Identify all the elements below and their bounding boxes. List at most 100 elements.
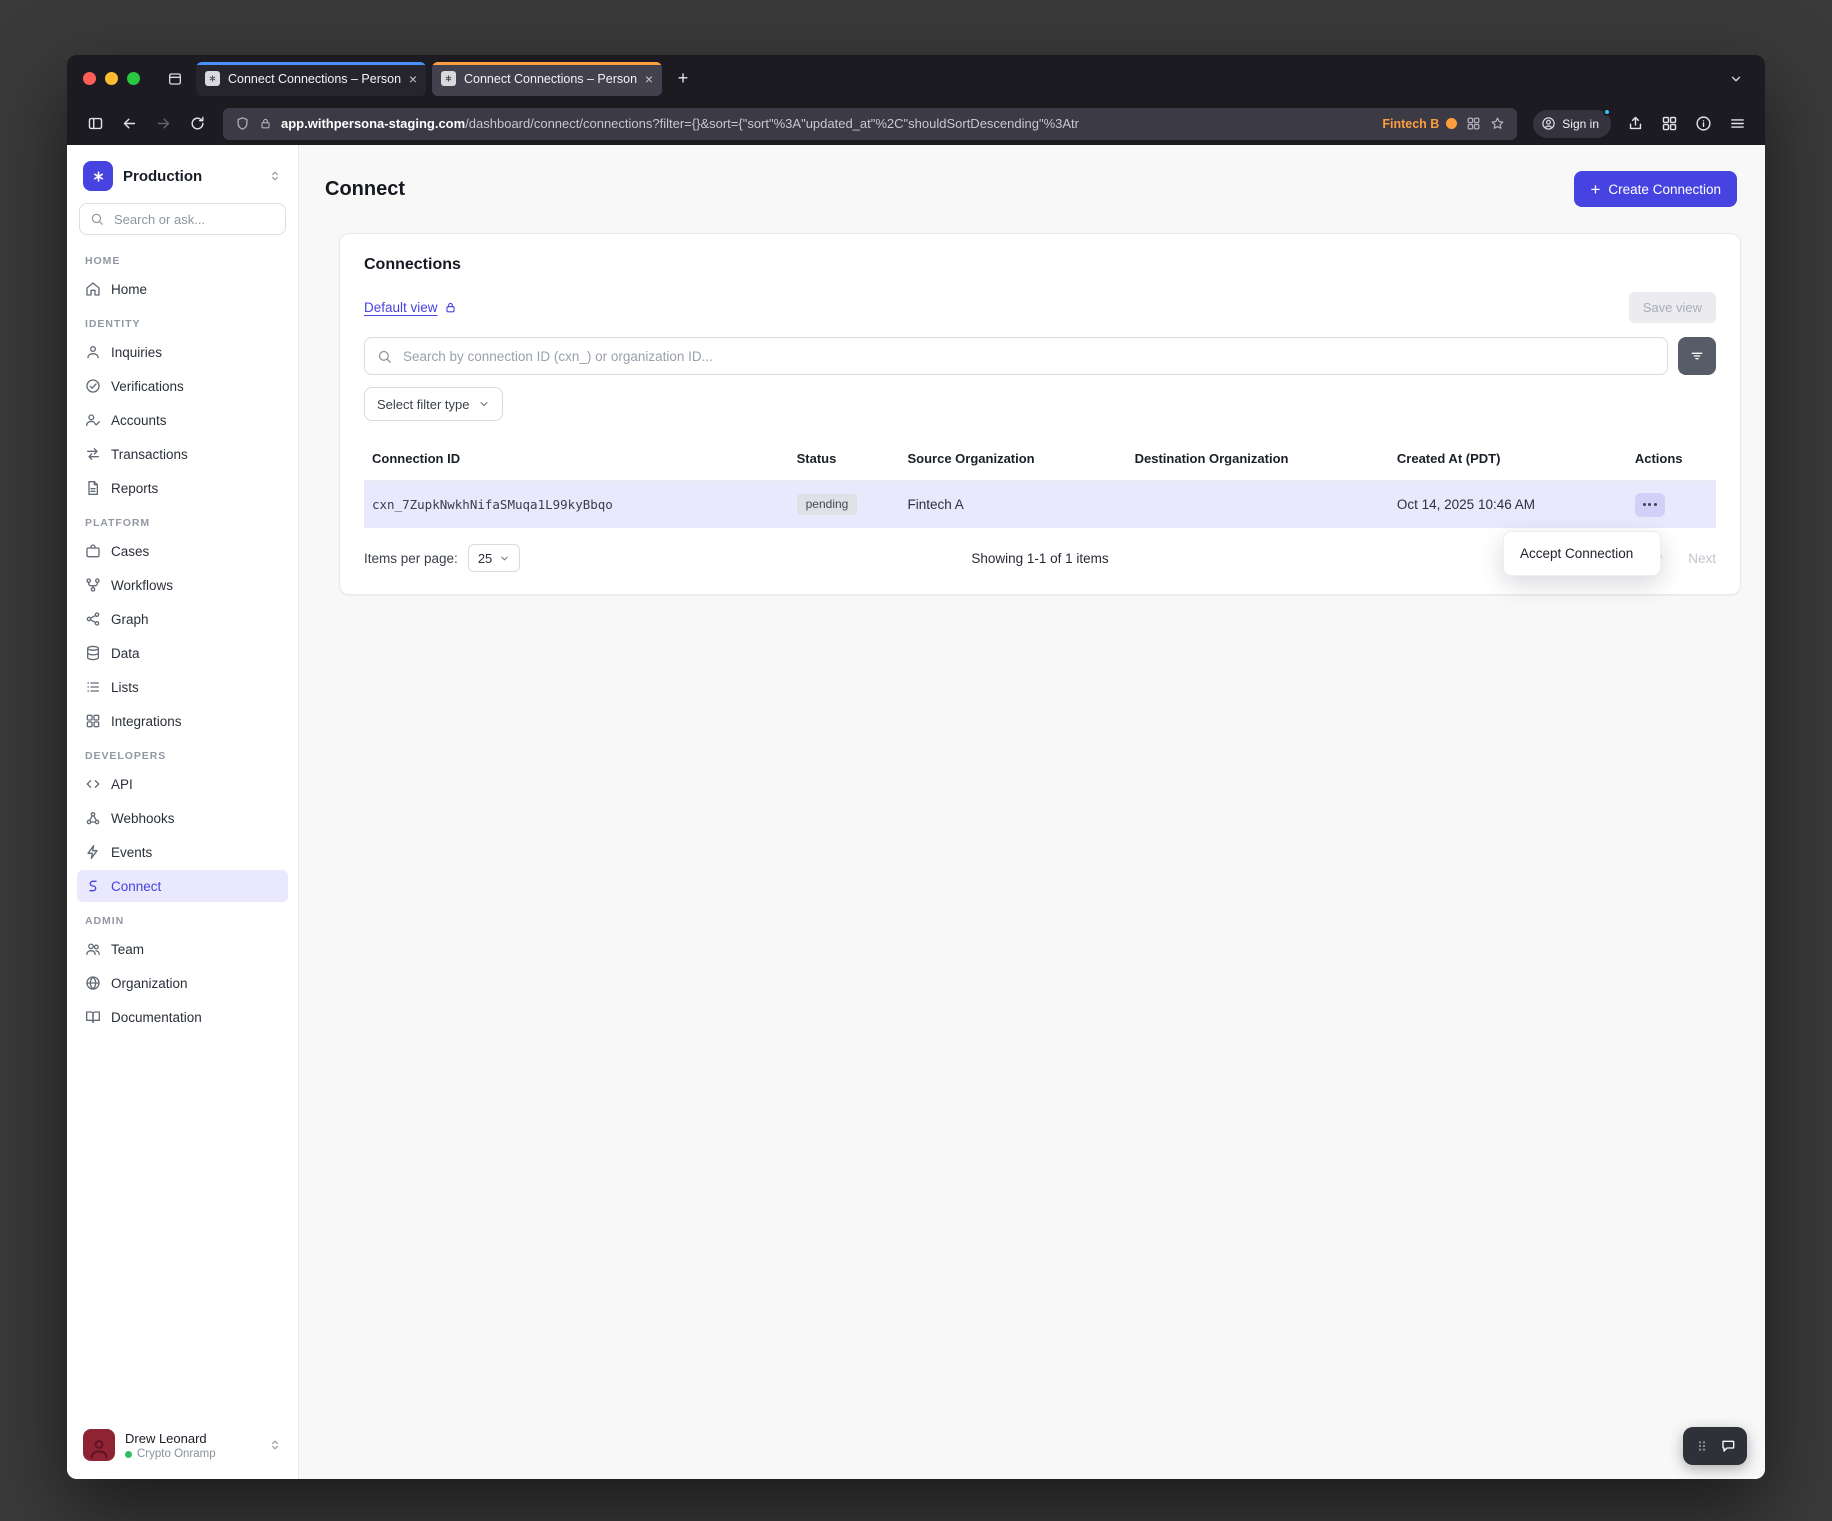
column-status: Status xyxy=(797,451,908,466)
chat-bubble-icon[interactable] xyxy=(1720,1438,1736,1454)
reload-button[interactable] xyxy=(181,109,213,139)
search-icon xyxy=(377,349,392,364)
extensions-button[interactable] xyxy=(1653,109,1685,139)
arrows-swap-icon xyxy=(85,446,101,462)
chevrons-updown-icon xyxy=(268,1438,282,1452)
sidebar-item-api[interactable]: API xyxy=(77,768,288,800)
sidebar-item-connect[interactable]: Connect xyxy=(77,870,288,902)
user-menu[interactable]: Drew Leonard Crypto Onramp xyxy=(77,1423,288,1467)
new-tab-button[interactable]: + xyxy=(668,64,698,94)
extension-grid-icon[interactable] xyxy=(1466,116,1481,131)
container-dot-icon xyxy=(1446,118,1457,129)
filter-button[interactable] xyxy=(1678,337,1716,375)
person-circle-icon xyxy=(1541,116,1556,131)
users-icon xyxy=(85,941,101,957)
widget-launcher[interactable] xyxy=(1683,1427,1747,1465)
search-icon xyxy=(90,212,104,226)
sidebar-item-transactions[interactable]: Transactions xyxy=(77,438,288,470)
sidebar-item-home[interactable]: Home xyxy=(77,273,288,305)
zoom-window-button[interactable] xyxy=(127,72,140,85)
page-header: Connect + Create Connection xyxy=(299,145,1765,215)
sidebar-item-graph[interactable]: Graph xyxy=(77,603,288,635)
browser-tab-bar: Connect Connections – Persona × Connect … xyxy=(67,55,1765,102)
sidebar-item-cases[interactable]: Cases xyxy=(77,535,288,567)
sidebar: Production HOME Home IDENTITY Inquiries … xyxy=(67,145,299,1479)
window-tools-button[interactable] xyxy=(79,109,111,139)
view-row: Default view Save view xyxy=(364,292,1716,323)
accept-connection-item[interactable]: Accept Connection xyxy=(1509,537,1655,570)
sidebar-item-workflows[interactable]: Workflows xyxy=(77,569,288,601)
save-page-button[interactable] xyxy=(1619,109,1651,139)
create-connection-button[interactable]: + Create Connection xyxy=(1574,171,1737,207)
column-created-at: Created At (PDT) xyxy=(1397,451,1635,466)
bookmark-star-icon[interactable] xyxy=(1490,116,1505,131)
filter-type-select[interactable]: Select filter type xyxy=(364,387,503,421)
close-window-button[interactable] xyxy=(83,72,96,85)
next-button[interactable]: Next xyxy=(1688,551,1716,566)
tracking-shield-icon[interactable] xyxy=(235,116,250,131)
environment-name: Production xyxy=(123,168,258,185)
ellipsis-icon xyxy=(1643,503,1646,506)
sidebar-search[interactable] xyxy=(79,203,286,235)
browser-tab-1[interactable]: Connect Connections – Persona × xyxy=(196,62,426,96)
sidebar-item-events[interactable]: Events xyxy=(77,836,288,868)
sidebar-item-verifications[interactable]: Verifications xyxy=(77,370,288,402)
reload-icon xyxy=(189,115,206,132)
back-button[interactable] xyxy=(113,109,145,139)
app-menu-button[interactable] xyxy=(1721,109,1753,139)
firefox-view-button[interactable] xyxy=(160,64,190,94)
hamburger-menu-icon xyxy=(1729,115,1746,132)
sidebar-item-accounts[interactable]: Accounts xyxy=(77,404,288,436)
persona-favicon xyxy=(205,71,220,86)
connections-card: Connections Default view Save view xyxy=(339,233,1741,595)
default-view-link[interactable]: Default view xyxy=(364,300,457,315)
plus-icon: + xyxy=(1590,181,1600,198)
tab-close-icon[interactable]: × xyxy=(645,72,653,86)
browser-toolbar: app.withpersona-staging.com/dashboard/co… xyxy=(67,102,1765,145)
row-actions-button[interactable] xyxy=(1635,493,1665,517)
profile-button[interactable] xyxy=(1687,109,1719,139)
sidebar-item-team[interactable]: Team xyxy=(77,933,288,965)
sign-in-button[interactable]: Sign in xyxy=(1533,110,1611,138)
sidebar-search-input[interactable] xyxy=(112,211,275,228)
page-content: Production HOME Home IDENTITY Inquiries … xyxy=(67,145,1765,1479)
sidebar-item-inquiries[interactable]: Inquiries xyxy=(77,336,288,368)
container-stripe-orange xyxy=(432,62,662,65)
minimize-window-button[interactable] xyxy=(105,72,118,85)
sidebar-item-reports[interactable]: Reports xyxy=(77,472,288,504)
lock-icon xyxy=(444,301,457,314)
url-bar[interactable]: app.withpersona-staging.com/dashboard/co… xyxy=(223,108,1517,140)
sign-in-label: Sign in xyxy=(1562,117,1599,131)
window-icon xyxy=(87,115,104,132)
avatar xyxy=(83,1429,115,1461)
save-view-button[interactable]: Save view xyxy=(1629,292,1716,323)
sidebar-item-organization[interactable]: Organization xyxy=(77,967,288,999)
sidebar-item-documentation[interactable]: Documentation xyxy=(77,1001,288,1033)
section-label-admin: ADMIN xyxy=(77,903,288,932)
grip-dots-icon[interactable] xyxy=(1694,1438,1710,1454)
items-per-page-select[interactable]: 25 xyxy=(468,544,520,572)
persona-logo xyxy=(83,161,113,191)
forward-button[interactable] xyxy=(147,109,179,139)
sidebar-item-data[interactable]: Data xyxy=(77,637,288,669)
sidebar-item-webhooks[interactable]: Webhooks xyxy=(77,802,288,834)
list-all-tabs-button[interactable] xyxy=(1721,64,1751,94)
browser-tab-2[interactable]: Connect Connections – Persona × xyxy=(432,62,662,96)
column-actions: Actions xyxy=(1635,451,1716,466)
connections-search[interactable] xyxy=(364,337,1668,375)
arrow-right-icon xyxy=(155,115,172,132)
lock-icon[interactable] xyxy=(259,117,272,130)
org-switcher[interactable]: Production xyxy=(77,157,288,203)
page-title: Connect xyxy=(325,178,405,201)
table-row[interactable]: cxn_7ZupkNwkhNifaSMuqa1L99kyBbqo pending… xyxy=(364,481,1716,528)
user-icon xyxy=(85,344,101,360)
sidebar-item-integrations[interactable]: Integrations xyxy=(77,705,288,737)
url-domain: app.withpersona-staging.com xyxy=(281,116,465,131)
sidebar-item-lists[interactable]: Lists xyxy=(77,671,288,703)
tab-close-icon[interactable]: × xyxy=(409,72,417,86)
connections-search-input[interactable] xyxy=(401,348,1655,365)
user-check-icon xyxy=(85,412,101,428)
section-label-home: HOME xyxy=(77,243,288,272)
status-badge: pending xyxy=(797,494,858,515)
graph-icon xyxy=(85,611,101,627)
